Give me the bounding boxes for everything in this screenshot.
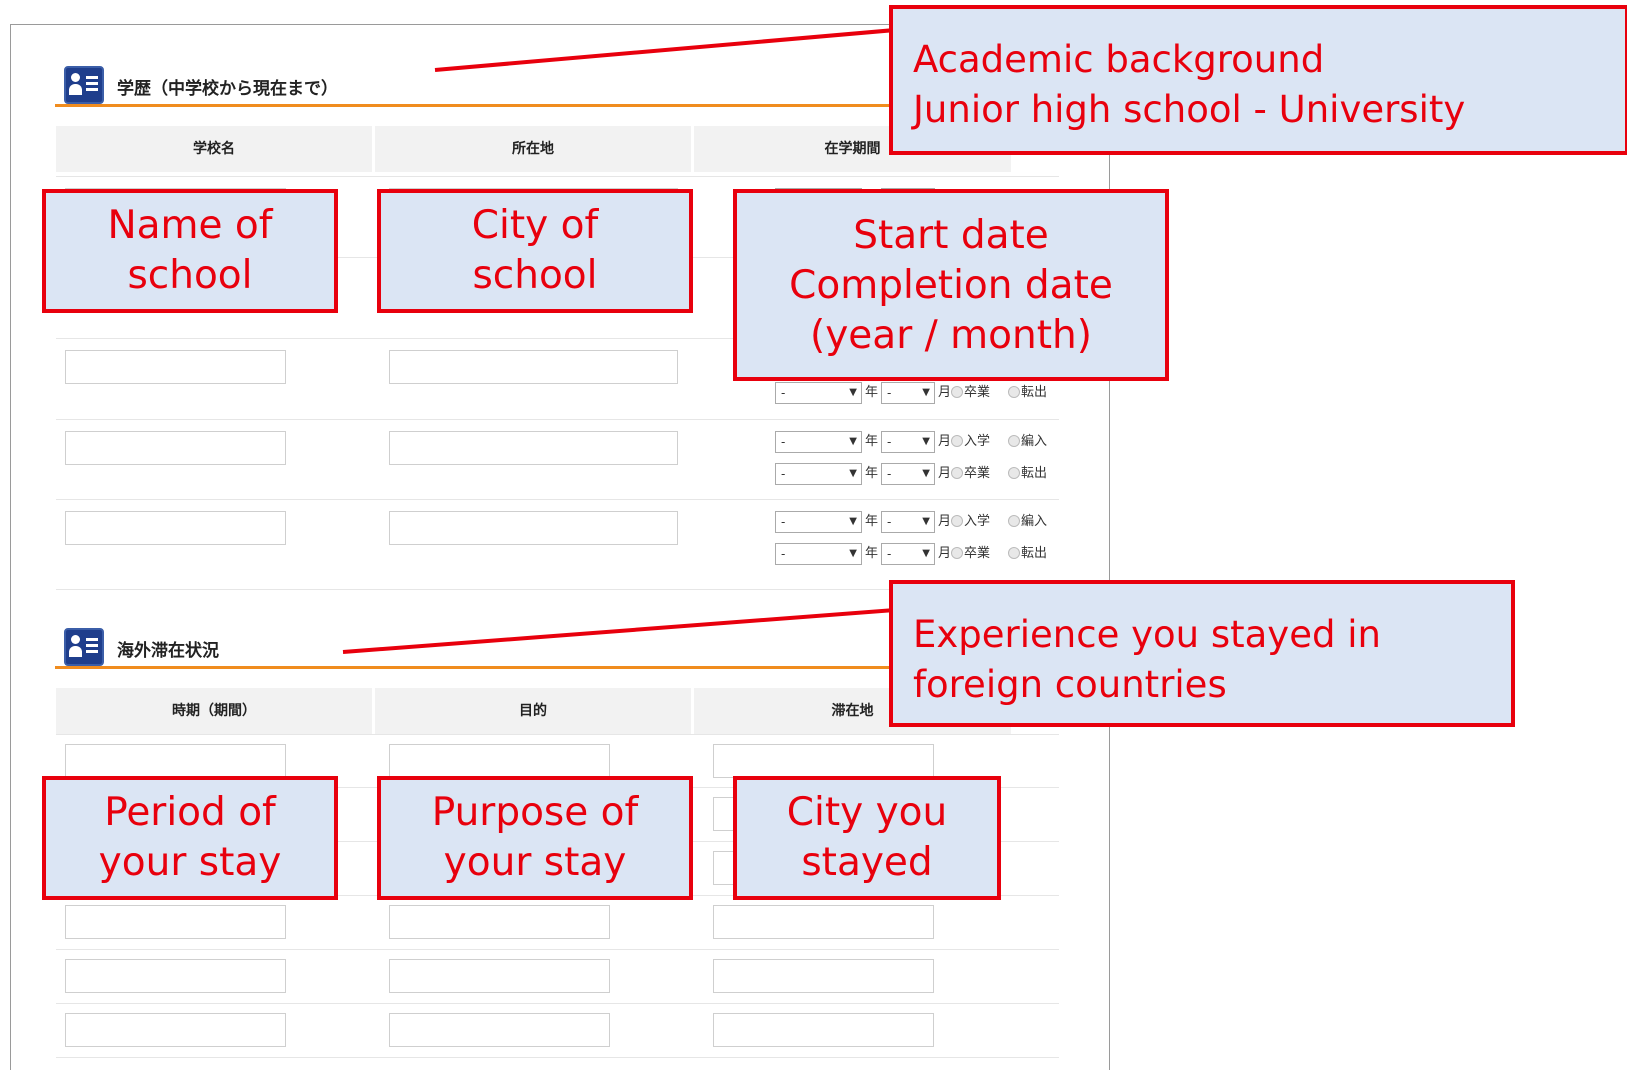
callout-name-of-school: Name of school xyxy=(42,189,338,313)
callout-experience-abroad: Experience you stayed in foreign countri… xyxy=(889,580,1515,727)
callout-leader-lines xyxy=(342,28,896,654)
callout-city-of-school: City of school xyxy=(377,189,693,313)
callout-purpose-of-stay: Purpose of your stay xyxy=(377,776,693,900)
callout-dates: Start date Completion date (year / month… xyxy=(733,189,1169,381)
callout-period-of-stay: Period of your stay xyxy=(42,776,338,900)
callout-academic-background: Academic background Junior high school -… xyxy=(889,5,1627,155)
callout-city-stayed: City you stayed xyxy=(733,776,1001,900)
